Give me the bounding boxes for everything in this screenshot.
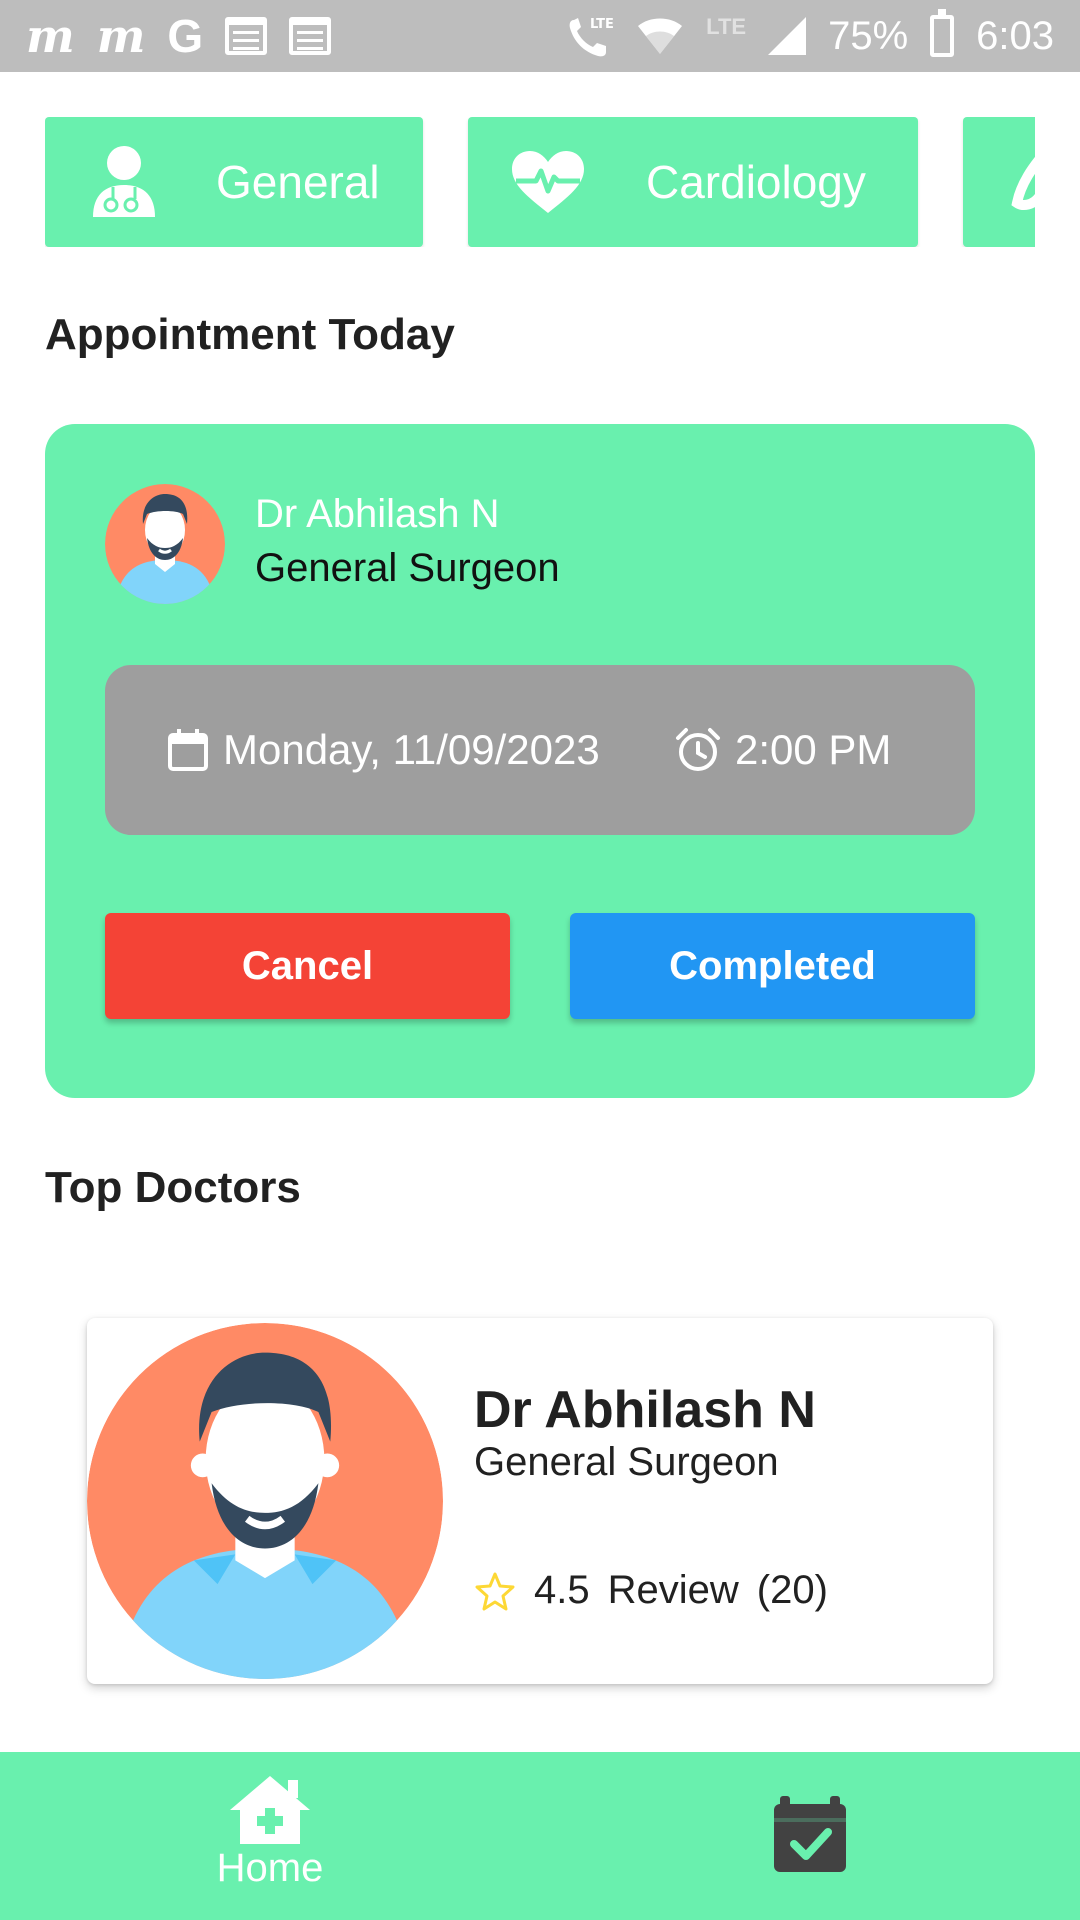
status-right-icons: LTE LTE 75% 6:03 (566, 9, 1054, 59)
review-label: Review (607, 1568, 739, 1612)
nav-appointments[interactable] (770, 1794, 850, 1874)
doctor-icon (84, 142, 164, 222)
appointment-card: Dr Abhilash N General Surgeon Monday, 11… (45, 424, 1035, 1098)
doctor-rating: 4.5 Review (20) (474, 1568, 828, 1613)
doctor-avatar (87, 1323, 443, 1679)
app-notification-icon: m (26, 9, 75, 63)
volte-call-icon: LTE (569, 17, 614, 57)
status-bar: m m G LTE LTE 75% 6:03 (0, 0, 1080, 72)
category-partial[interactable] (963, 117, 1035, 247)
heartbeat-icon (508, 142, 588, 222)
appointment-section-title: Appointment Today (45, 310, 455, 359)
app-notification-icon: m (96, 9, 146, 63)
signal-icon (768, 17, 807, 55)
svg-text:LTE: LTE (590, 17, 614, 32)
battery-percent: 75% (828, 13, 909, 58)
nav-home[interactable]: Home (200, 1774, 340, 1891)
appointment-time: 2:00 PM (675, 665, 891, 835)
google-icon: G (167, 10, 204, 62)
star-icon (475, 1572, 515, 1610)
alarm-clock-icon (676, 728, 720, 771)
appointment-datetime-box: Monday, 11/09/2023 2:00 PM (105, 665, 975, 835)
bottom-navigation: Home (0, 1752, 1080, 1920)
battery-charging-icon (930, 9, 955, 57)
appointment-date-text: Monday, 11/09/2023 (223, 726, 600, 773)
home-medical-icon (230, 1776, 310, 1844)
wifi-icon (638, 18, 683, 54)
clock: 6:03 (976, 13, 1054, 58)
category-label: Cardiology (646, 156, 866, 208)
doctor-card[interactable]: Dr Abhilash N General Surgeon 4.5 Review… (87, 1318, 993, 1684)
calendar-notification-icon (289, 17, 332, 55)
appointment-doctor-specialty: General Surgeon (255, 546, 560, 590)
cancel-button[interactable]: Cancel (105, 913, 510, 1019)
rating-value: 4.5 (534, 1568, 590, 1612)
category-list: General Cardiology (45, 117, 1035, 247)
status-left-icons: m m G (26, 9, 332, 63)
calendar-check-icon (774, 1796, 846, 1872)
partial-category-icon (993, 142, 1035, 222)
top-doctors-title: Top Doctors (45, 1163, 301, 1212)
doctor-name: Dr Abhilash N (474, 1381, 816, 1439)
appointment-date: Monday, 11/09/2023 (167, 665, 600, 835)
nav-home-label: Home (216, 1846, 324, 1890)
doctor-avatar (105, 484, 225, 604)
completed-button[interactable]: Completed (570, 913, 975, 1019)
appointment-time-text: 2:00 PM (735, 726, 892, 773)
category-label: General (216, 156, 380, 208)
appointment-doctor-name: Dr Abhilash N (255, 492, 500, 536)
doctor-specialty: General Surgeon (474, 1440, 779, 1484)
category-general[interactable]: General (45, 117, 423, 247)
category-cardiology[interactable]: Cardiology (468, 117, 918, 247)
calendar-icon (168, 729, 208, 771)
calendar-notification-icon (225, 17, 268, 55)
review-count: (20) (756, 1568, 828, 1612)
lte-label: LTE (706, 14, 747, 39)
